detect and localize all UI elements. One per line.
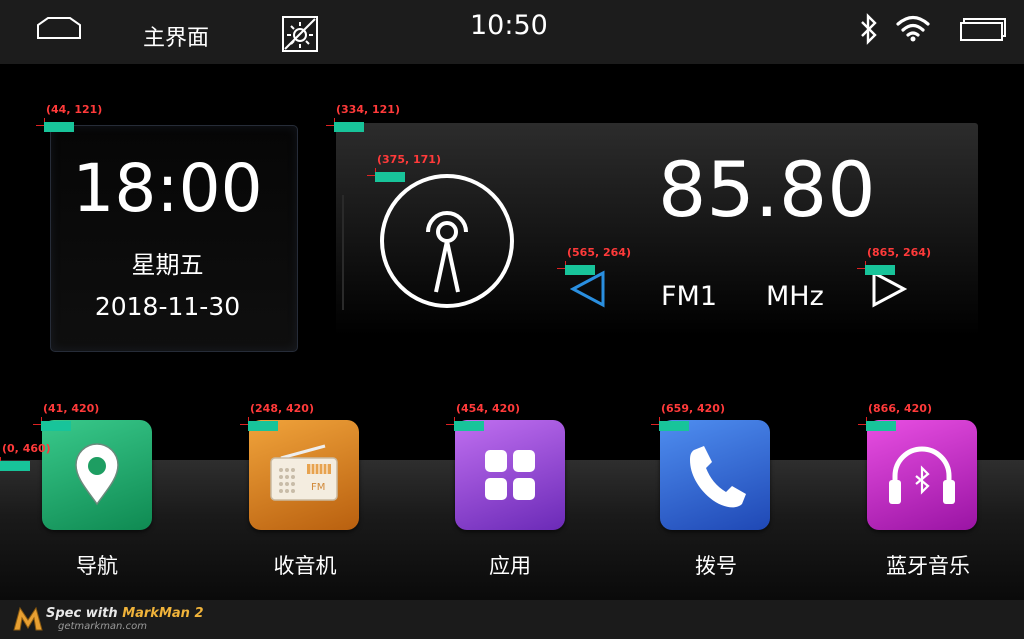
phone-app-label: 拨号: [695, 554, 737, 578]
markman-title-name: MarkMan 2: [122, 606, 204, 621]
marker-box: [454, 421, 484, 431]
marker-box: [865, 265, 895, 275]
clock-widget-date: 2018-11-30: [94, 292, 241, 321]
marker-box: [375, 172, 405, 182]
radio-app-label: 收音机: [273, 554, 337, 578]
marker-label: (866, 420): [868, 402, 932, 415]
radio-app-button[interactable]: FM: [249, 420, 359, 530]
app-grid-icon: [485, 450, 535, 500]
marker-label: (454, 420): [456, 402, 520, 415]
markman-url: getmarkman.com: [58, 621, 147, 632]
marker-label: (41, 420): [43, 402, 100, 415]
nav-app-label: 导航: [76, 554, 118, 578]
prev-station-icon[interactable]: [570, 270, 606, 308]
marker-box: [41, 421, 71, 431]
marker-box: [44, 122, 74, 132]
map-pin-icon: [75, 443, 119, 506]
bluetooth-headphones-icon: [889, 446, 955, 504]
marker-label: (44, 121): [46, 103, 103, 116]
clock-widget-weekday: 星期五: [131, 251, 204, 279]
radio-divider: [342, 195, 344, 310]
marker-label: (659, 420): [661, 402, 725, 415]
home-icon[interactable]: [36, 16, 82, 40]
marker-label: (565, 264): [567, 246, 631, 259]
clock-widget-time: 18:00: [72, 150, 263, 227]
markman-title-prefix: Spec with: [46, 606, 123, 621]
marker-box: [0, 461, 30, 471]
marker-label: (0, 460): [2, 442, 51, 455]
marker-box: [866, 421, 896, 431]
marker-box: [659, 421, 689, 431]
bluetooth-icon: [861, 13, 877, 45]
radio-unit: MHz: [766, 281, 824, 312]
marker-label: (334, 121): [336, 103, 400, 116]
marker-label: (865, 264): [867, 246, 931, 259]
marker-label: (248, 420): [250, 402, 314, 415]
bt-music-app-label: 蓝牙音乐: [886, 554, 970, 578]
bt-music-app-button[interactable]: [867, 420, 977, 530]
phone-icon: [690, 446, 746, 508]
brightness-icon[interactable]: [282, 16, 318, 52]
marker-label: (375, 171): [377, 153, 441, 166]
radio-frequency: 85.80: [658, 145, 876, 234]
radio-icon: FM: [270, 444, 338, 501]
next-station-icon[interactable]: [871, 270, 907, 308]
marker-box: [565, 265, 595, 275]
antenna-icon[interactable]: [378, 172, 516, 310]
recent-apps-icon[interactable]: [958, 16, 1006, 42]
svg-text:FM: FM: [311, 482, 325, 493]
wifi-icon: [896, 15, 930, 42]
phone-app-button[interactable]: [660, 420, 770, 530]
apps-app-button[interactable]: [455, 420, 565, 530]
page-title: 主界面: [143, 26, 210, 51]
nav-app-button[interactable]: [42, 420, 152, 530]
marker-box: [248, 421, 278, 431]
marker-box: [334, 122, 364, 132]
markman-title: Spec with MarkMan 2: [46, 606, 204, 621]
markman-logo-icon: [13, 606, 43, 631]
radio-band: FM1: [661, 281, 718, 312]
apps-app-label: 应用: [489, 554, 531, 578]
status-clock: 10:50: [470, 10, 548, 41]
